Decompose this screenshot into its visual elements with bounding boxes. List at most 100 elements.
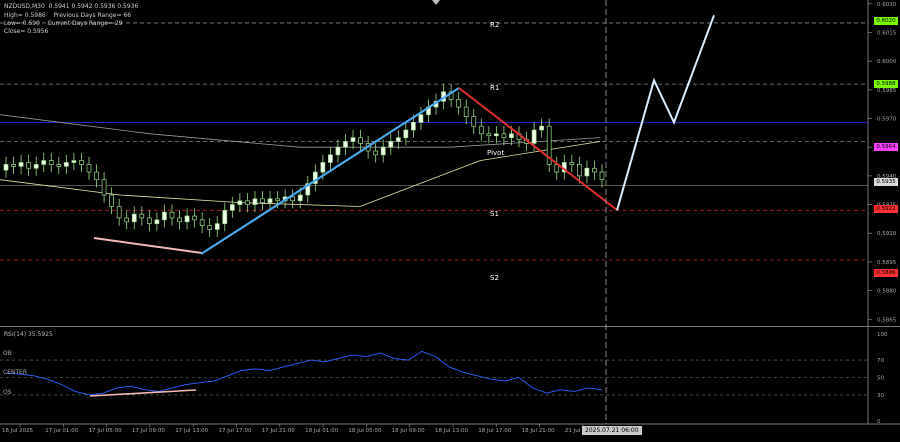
candle-body (109, 194, 114, 207)
time-tick-label: 18 Jul 21:00 (522, 428, 555, 434)
price-tag-s2: 0.5896 (874, 269, 898, 277)
candle-body (64, 162, 69, 167)
symbol-header: NZDUSD,M30 0.5941 0.5942 0.5936 0.5936 (4, 3, 139, 10)
price-tag-r2: 0.6020 (874, 17, 898, 25)
candle-body (260, 198, 265, 203)
time-tick-label: 17 Jul 01:00 (45, 428, 78, 434)
candle-body (177, 217, 182, 223)
candle-body (3, 164, 9, 171)
candle-body (124, 217, 130, 223)
candle-body (592, 167, 597, 173)
rsi-ob-label: OB (3, 350, 12, 357)
candle-body (169, 211, 175, 219)
candle-body (471, 116, 477, 127)
rsi-os-label: OS (3, 389, 12, 396)
candle-body (94, 171, 99, 181)
price-tick-label: 0.5910 (877, 231, 897, 237)
candle-body (139, 213, 145, 219)
candle-body (56, 164, 62, 167)
price-tick-label: 0.5895 (877, 260, 897, 266)
price-tick-label: 0.5865 (877, 317, 897, 323)
rsi-center-label: CENTER (3, 369, 28, 376)
time-tick-label: 18 Jul 17:00 (478, 428, 511, 434)
candle-body (18, 162, 24, 167)
candle-body (599, 171, 605, 181)
price-tick-label: 0.6030 (877, 2, 897, 8)
candle-body (343, 141, 348, 148)
candle-body (222, 209, 228, 225)
candle-body (350, 137, 356, 142)
candle-body (146, 217, 152, 225)
price-tag-s1: 0.5922 (874, 205, 898, 213)
candle-body (501, 133, 507, 138)
candle-body (584, 167, 590, 177)
candle-body (26, 162, 31, 169)
candle-body (463, 106, 469, 117)
candle-body (395, 137, 401, 142)
main-plot-bg (0, 0, 868, 325)
candle-body (86, 164, 92, 173)
rsi-plot-bg (0, 328, 868, 423)
time-tick-label: 18 Jul 09:00 (392, 428, 425, 434)
candle-body (41, 160, 47, 165)
candle-body (456, 99, 462, 108)
chart-svg[interactable]: 0.60300.60150.60000.59850.59700.59550.59… (0, 0, 900, 438)
info-line-4: Close= 0.5956 (4, 28, 49, 35)
candle-body (116, 206, 122, 219)
candle-body (252, 198, 258, 205)
candle-body (411, 122, 416, 131)
candle-body (267, 198, 273, 203)
candle-body (577, 164, 582, 177)
candle-body (154, 219, 160, 225)
candle-body (380, 146, 386, 156)
s1-label: S1 (490, 210, 499, 218)
candle-body (79, 160, 84, 165)
time-tick-label: 18 Jul 13:00 (435, 428, 468, 434)
chart-window[interactable]: 0.60300.60150.60000.59850.59700.59550.59… (0, 0, 900, 438)
scroll-shift-marker[interactable] (432, 0, 440, 5)
candle-body (71, 160, 77, 163)
candle-body (214, 223, 220, 230)
price-tick-label: 0.6000 (877, 59, 897, 65)
rsi-tick-label: 50 (877, 376, 884, 382)
price-tick-label: 0.5880 (877, 289, 897, 295)
time-tick-label: 16 Jul 2025 (2, 428, 34, 434)
pivot-label: Pivot (487, 149, 505, 157)
candle-body (494, 133, 499, 137)
candle-body (335, 146, 341, 156)
candle-body (569, 162, 575, 165)
candle-body (388, 141, 394, 148)
candle-body (199, 219, 205, 226)
time-ticks: 16 Jul 2025 17 Jul 01:00 17 Jul 05:00 17 Ju… (2, 424, 598, 434)
candle-body (237, 200, 243, 205)
rsi-title: RSI(14) 35.5925 (4, 331, 53, 338)
time-tick-label: 17 Jul 09:00 (132, 428, 165, 434)
price-tick-label: 0.5985 (877, 88, 897, 94)
r2-label: R2 (490, 21, 500, 29)
candle-body (207, 225, 213, 230)
price-tag-current: 0.5935 (874, 178, 898, 186)
time-tick-label: 18 Jul 05:00 (348, 428, 381, 434)
candle-body (11, 164, 16, 167)
candle-body (184, 215, 190, 223)
price-tag-pivot: 0.5964 (874, 143, 898, 151)
rsi-tick-label: 100 (877, 332, 888, 338)
time-tick-label: 18 Jul 01:00 (305, 428, 338, 434)
candle-body (33, 164, 39, 169)
candle-body (320, 162, 326, 173)
rsi-tick-label: 0 (877, 419, 881, 425)
candle-body (403, 129, 409, 138)
candle-body (478, 125, 484, 135)
candle-body (162, 211, 167, 221)
candle-body (297, 194, 303, 202)
time-tick-label: 17 Jul 13:00 (175, 428, 208, 434)
candle-body (131, 213, 137, 223)
candle-body (509, 133, 514, 138)
price-tick-label: 0.5970 (877, 117, 897, 123)
r1-label: R1 (490, 84, 500, 92)
candle-body (229, 204, 235, 211)
candle-body (486, 133, 492, 137)
candle-body (192, 215, 197, 221)
time-tick-label: 17 Jul 21:00 (262, 428, 295, 434)
candle-body (358, 137, 363, 144)
